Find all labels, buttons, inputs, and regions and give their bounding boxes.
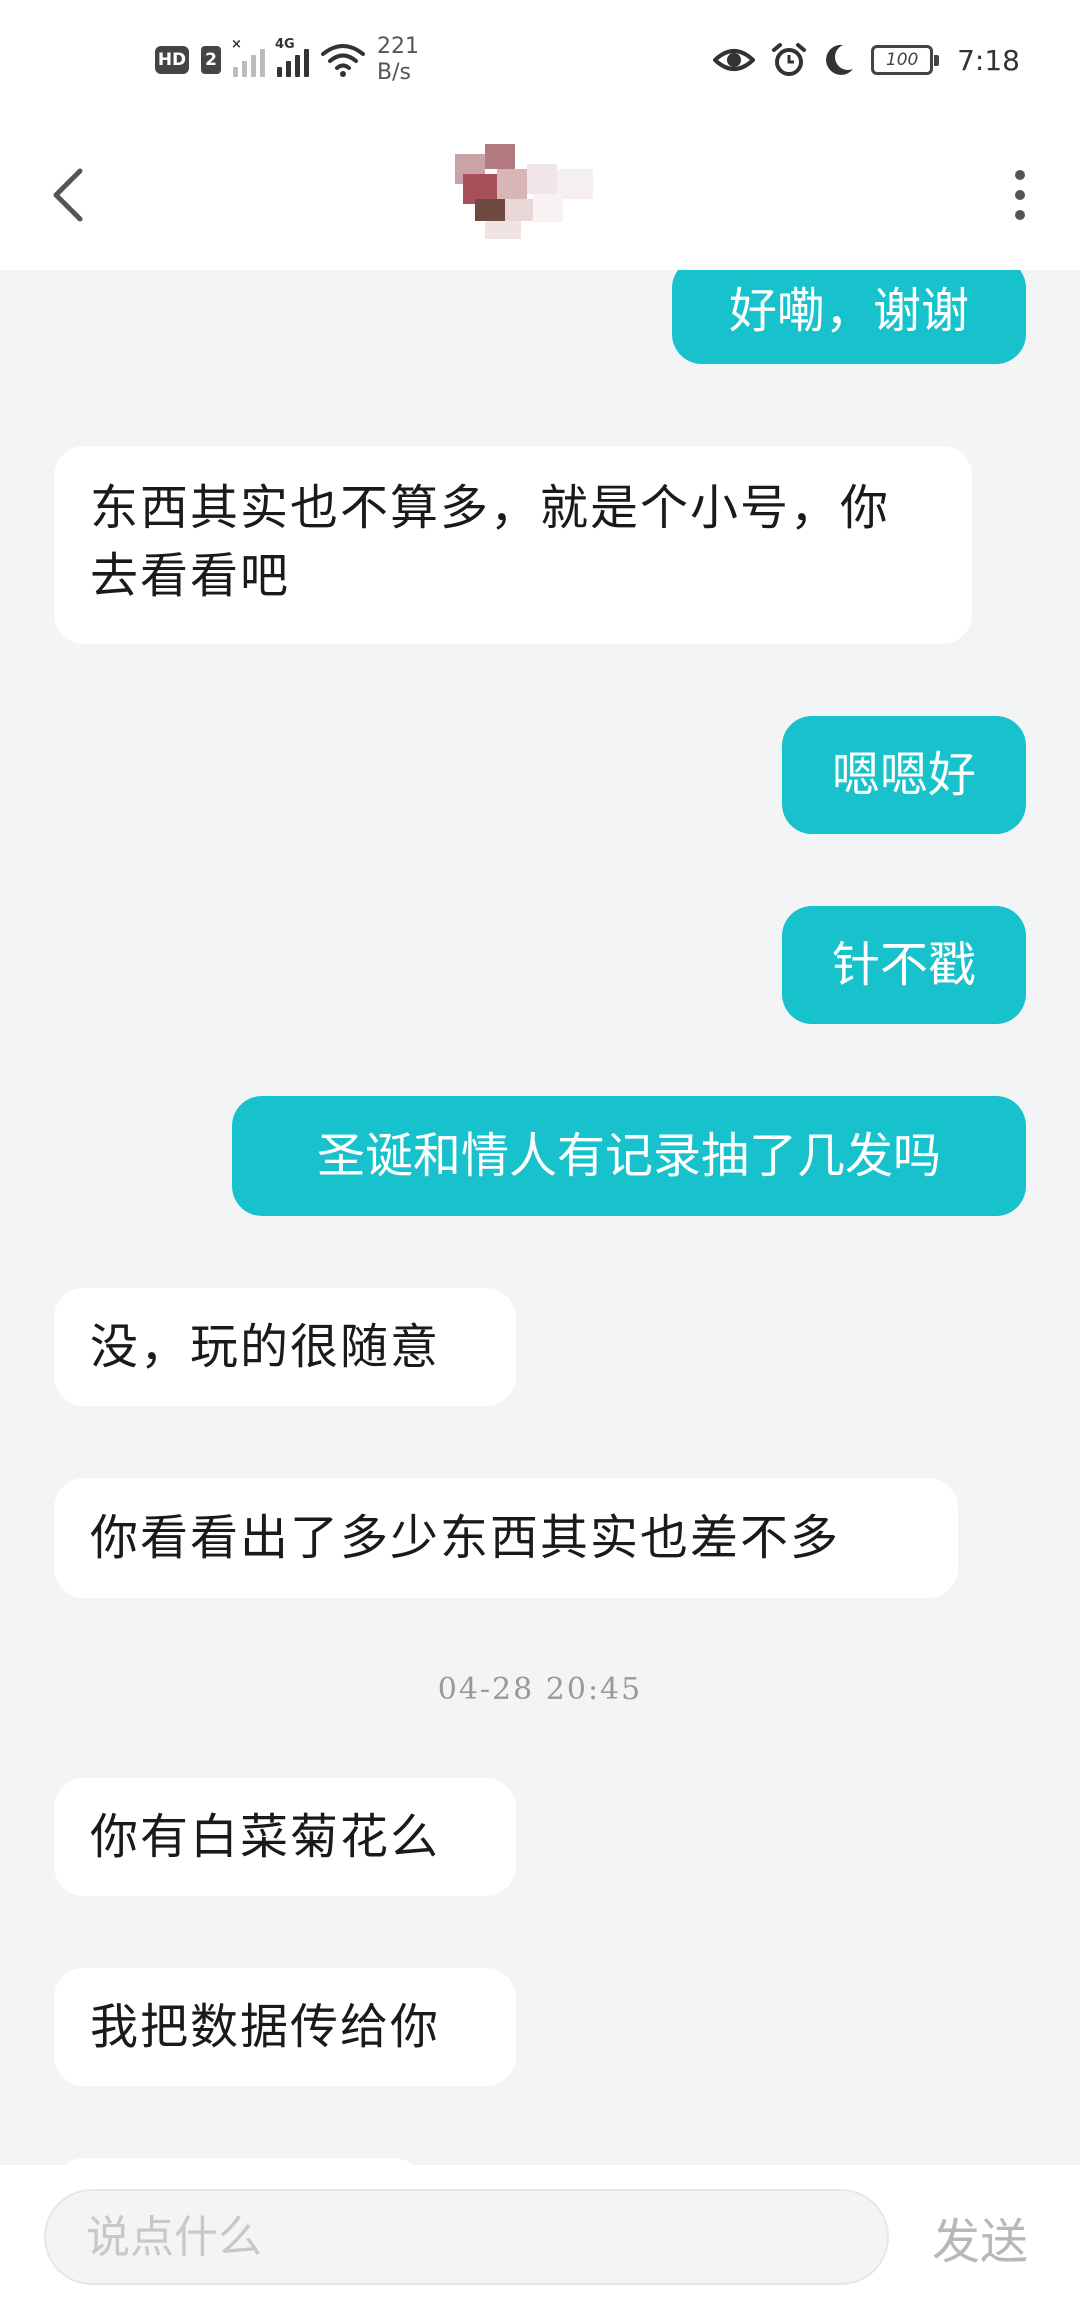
message-input-bar: 发送 bbox=[0, 2165, 1080, 2310]
status-left: HD 2 × 4G 221 B/s bbox=[155, 28, 419, 92]
eye-comfort-icon bbox=[713, 49, 756, 71]
network-type-label: 4G bbox=[275, 37, 295, 52]
wifi-icon bbox=[321, 44, 365, 77]
incoming-message-bubble-partial bbox=[54, 2158, 424, 2165]
chat-message-list[interactable]: 好嘞，谢谢 东西其实也不算多，就是个小号，你去看看吧 嗯嗯好 针不戳 圣诞和情人… bbox=[0, 270, 1080, 2165]
battery-icon: 100 bbox=[871, 45, 940, 75]
incoming-message-bubble[interactable]: 东西其实也不算多，就是个小号，你去看看吧 bbox=[54, 446, 972, 644]
avatar[interactable] bbox=[455, 144, 655, 254]
network-speed: 221 B/s bbox=[377, 34, 419, 86]
back-button[interactable] bbox=[38, 160, 98, 230]
do-not-disturb-moon-icon bbox=[826, 44, 854, 75]
status-bar: HD 2 × 4G 221 B/s 100 7:18 bbox=[0, 0, 1080, 120]
hd-voice-icon: HD bbox=[155, 46, 189, 74]
battery-level: 100 bbox=[885, 50, 919, 70]
sim-number-badge: 2 bbox=[201, 46, 221, 74]
clock: 7:18 bbox=[957, 43, 1020, 77]
more-options-icon[interactable] bbox=[990, 160, 1050, 230]
incoming-message-bubble[interactable]: 你看看出了多少东西其实也差不多 bbox=[54, 1478, 958, 1598]
network-speed-unit: B/s bbox=[377, 60, 411, 85]
incoming-message-bubble[interactable]: 没，玩的很随意 bbox=[54, 1288, 516, 1406]
outgoing-message-bubble[interactable]: 嗯嗯好 bbox=[782, 716, 1026, 834]
message-input[interactable] bbox=[44, 2189, 889, 2285]
outgoing-message-bubble[interactable]: 好嘞，谢谢 bbox=[672, 270, 1026, 364]
message-timestamp: 04-28 20:45 bbox=[437, 1672, 643, 1707]
incoming-message-bubble[interactable]: 你有白菜菊花么 bbox=[54, 1778, 516, 1896]
signal-strength-icon-sim2: 4G bbox=[275, 37, 309, 77]
network-speed-value: 221 bbox=[377, 34, 419, 59]
avatar-image bbox=[455, 144, 593, 239]
incoming-message-bubble[interactable]: 我把数据传给你 bbox=[54, 1968, 516, 2086]
chat-header bbox=[0, 120, 1080, 270]
back-arrow-icon bbox=[53, 168, 83, 222]
outgoing-message-bubble[interactable]: 针不戳 bbox=[782, 906, 1026, 1024]
status-right: 100 7:18 bbox=[713, 28, 1020, 92]
outgoing-message-bubble[interactable]: 圣诞和情人有记录抽了几发吗 bbox=[232, 1096, 1026, 1216]
send-button[interactable]: 发送 bbox=[920, 2195, 1040, 2279]
signal-strength-icon-sim1: × bbox=[231, 37, 265, 77]
alarm-icon bbox=[772, 43, 807, 76]
